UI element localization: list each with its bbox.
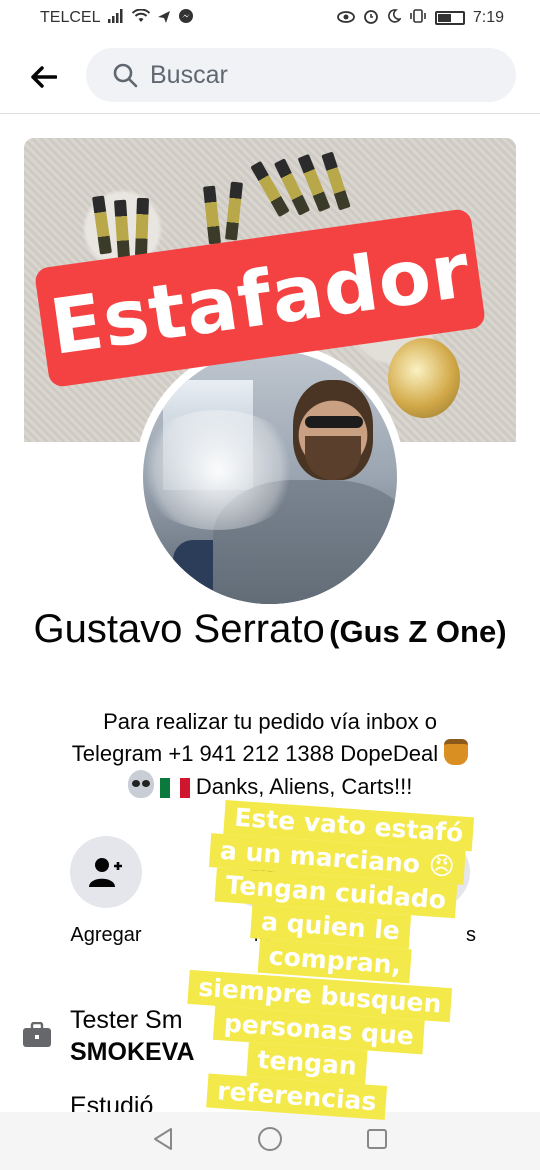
honey-pot-icon xyxy=(444,739,469,765)
work-line-2: SMOKEVA xyxy=(70,1038,195,1066)
cover-cartridge xyxy=(134,197,150,257)
search-bar[interactable] xyxy=(86,48,516,102)
mexico-flag-icon xyxy=(159,778,190,798)
signal-icon xyxy=(108,9,124,27)
cover-cartridge xyxy=(113,199,131,259)
wifi-icon xyxy=(132,8,151,27)
cover-cartridge xyxy=(225,181,243,241)
avatar-photo xyxy=(143,350,397,604)
nav-back-button[interactable] xyxy=(152,1127,174,1156)
status-bar: TELCEL 7:19 xyxy=(0,0,540,36)
add-friend-button[interactable]: Agregar xyxy=(56,836,156,947)
moon-icon xyxy=(387,9,402,27)
bio-line-1: Para realizar tu pedido vía inbox o xyxy=(103,709,437,734)
top-bar xyxy=(0,40,540,114)
status-left: TELCEL xyxy=(40,8,194,28)
cover-cartridge xyxy=(203,185,221,245)
carrier-name: TELCEL xyxy=(40,9,101,26)
avatar-glasses xyxy=(305,416,363,428)
send-icon xyxy=(158,10,171,27)
profile-bio: Para realizar tu pedido vía inbox o Tele… xyxy=(30,706,510,803)
bio-line-2: Telegram +1 941 212 1388 DopeDeal xyxy=(71,741,439,766)
briefcase-icon xyxy=(23,1022,51,1047)
clock: 7:19 xyxy=(472,9,504,26)
battery-level xyxy=(437,14,452,22)
work-line-1: Tester Sm xyxy=(70,1006,183,1034)
add-friend-icon xyxy=(89,858,122,887)
eye-icon xyxy=(336,10,355,27)
vibrate-icon xyxy=(409,9,427,27)
bio-line-2-row: Telegram +1 941 212 1388 DopeDeal xyxy=(30,738,510,770)
alien-icon xyxy=(127,770,154,798)
battery-icon xyxy=(434,11,465,25)
triangle-back-icon xyxy=(153,1127,172,1150)
search-input[interactable] xyxy=(150,60,490,90)
back-button[interactable] xyxy=(24,57,64,97)
work-text: Tester Sm SMOKEVA xyxy=(70,1004,195,1068)
messenger-icon xyxy=(178,8,194,28)
arrow-left-icon xyxy=(31,65,57,88)
profile-alternate-name: (Gus Z One) xyxy=(329,614,507,649)
search-icon xyxy=(113,63,138,88)
profile-name-main: Gustavo Serrato xyxy=(33,607,325,651)
add-friend-label: Agregar xyxy=(70,924,142,946)
status-right: 7:19 xyxy=(336,8,504,28)
profile-picture[interactable] xyxy=(135,342,405,612)
profile-name: Gustavo Serrato (Gus Z One) xyxy=(0,604,540,663)
alarm-icon xyxy=(363,8,379,28)
warning-sticker: Este vato estafó a un marciano 😠 Tengan … xyxy=(184,789,483,1153)
cover-cartridge xyxy=(92,195,112,255)
add-friend-circle xyxy=(70,836,142,908)
